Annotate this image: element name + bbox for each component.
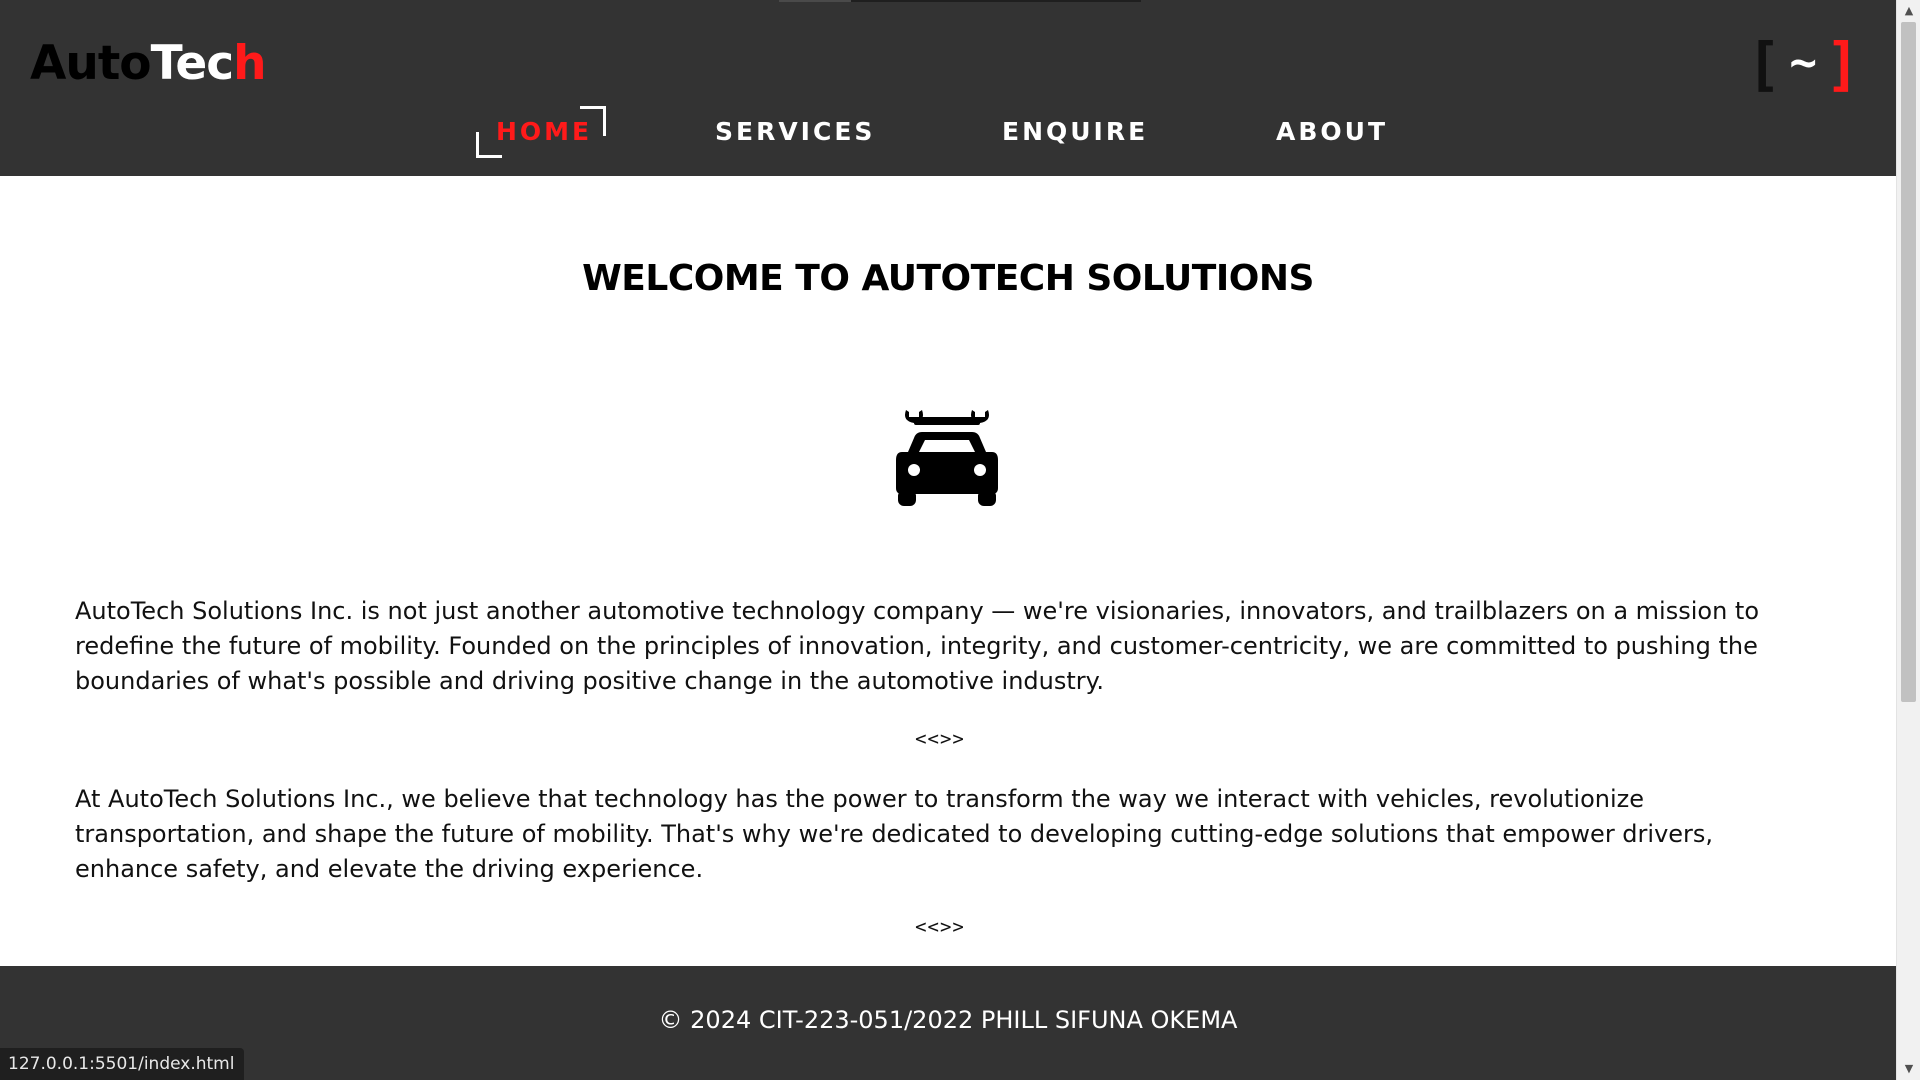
menu-toggle-tilde: ~ (1789, 35, 1818, 89)
nav-home-link[interactable]: HOME (496, 112, 592, 152)
scrollbar-thumb[interactable] (1901, 22, 1916, 702)
intro-paragraph: AutoTech Solutions Inc. is not just anot… (75, 597, 1760, 695)
section-divider: <<>> (915, 728, 965, 750)
logo-part-h: h (233, 36, 266, 91)
main-nav: HOME SERVICES ENQUIRE ABOUT (0, 112, 1896, 152)
site-logo[interactable]: AutoTech (30, 36, 267, 92)
page-viewport: AutoTech [~] HOME SERVICES ENQUIRE ABOUT… (0, 0, 1896, 1080)
footer-copyright: © 2024 CIT-223-051/2022 PHILL SIFUNA OKE… (658, 1006, 1238, 1034)
scroll-down-arrow-icon[interactable]: ▼ (1897, 1060, 1920, 1078)
page-title: WELCOME TO AUTOTECH SOLUTIONS (582, 258, 1314, 299)
main-content: WELCOME TO AUTOTECH SOLUTIONS AutoTech S… (0, 176, 1896, 966)
menu-toggle-right-bracket: ] (1825, 30, 1860, 98)
site-header: AutoTech [~] HOME SERVICES ENQUIRE ABOUT (0, 0, 1896, 176)
logo-part-tec: Tec (150, 36, 235, 91)
menu-toggle-left-bracket: [ (1746, 30, 1782, 98)
section-divider: <<>> (915, 916, 965, 938)
nav-about-link[interactable]: ABOUT (1276, 112, 1388, 152)
scroll-up-arrow-icon[interactable]: ▲ (1897, 2, 1920, 20)
nav-enquire-link[interactable]: ENQUIRE (1002, 112, 1148, 152)
top-strip-highlight (779, 0, 851, 2)
car-repair-icon (896, 410, 998, 506)
mission-paragraph: At AutoTech Solutions Inc., we believe t… (75, 785, 1714, 883)
nav-services-link[interactable]: SERVICES (715, 112, 875, 152)
logo-part-auto: Auto (30, 36, 152, 91)
vertical-scrollbar[interactable]: ▲ ▼ (1896, 0, 1920, 1080)
menu-toggle-button[interactable]: [~] (1746, 30, 1860, 96)
site-footer: © 2024 CIT-223-051/2022 PHILL SIFUNA OKE… (0, 966, 1896, 1080)
link-status-bar: 127.0.0.1:5501/index.html (0, 1048, 245, 1080)
